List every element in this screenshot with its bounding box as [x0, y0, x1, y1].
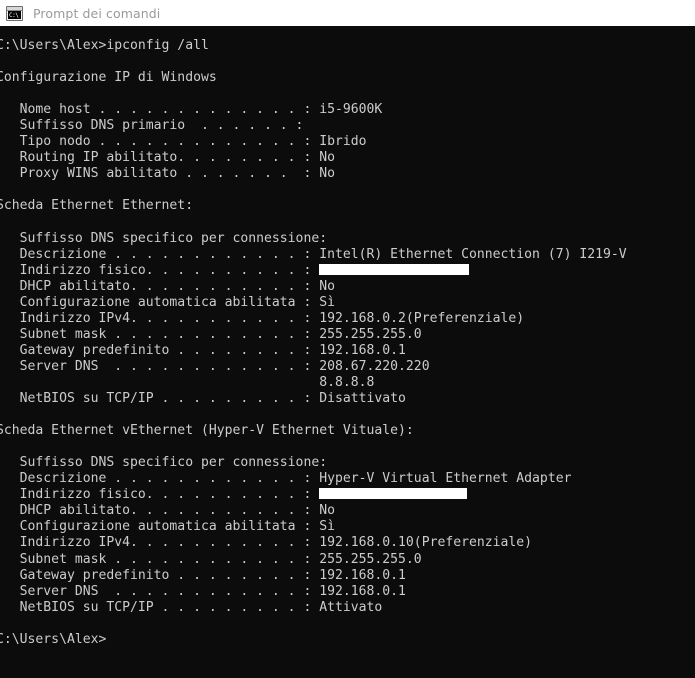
command-prompt-window: C:\ Prompt dei comandi C:\Users\Alex>ipc…: [0, 0, 695, 678]
redacted-mac-address: [319, 488, 468, 500]
redacted-mac-address: [319, 263, 470, 275]
window-title: Prompt dei comandi: [33, 5, 161, 21]
command-prompt-icon: C:\: [6, 5, 23, 21]
icon-screen-text: C:\: [8, 10, 21, 19]
console-text: C:\Users\Alex>ipconfig /all Configurazio…: [0, 38, 627, 647]
console-output-area[interactable]: C:\Users\Alex>ipconfig /all Configurazio…: [0, 26, 695, 678]
window-titlebar[interactable]: C:\ Prompt dei comandi: [0, 0, 695, 26]
